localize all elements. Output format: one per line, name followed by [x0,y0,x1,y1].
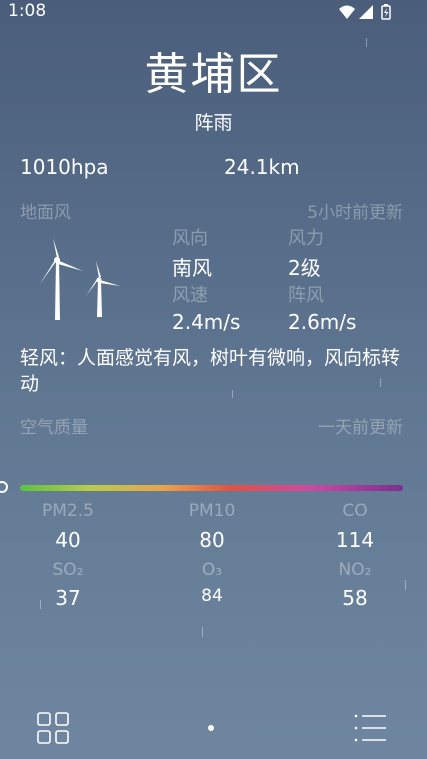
wind-force-label: 风力 [288,228,324,249]
wind-turbine-icon [40,238,120,320]
wind-speed-value: 2.4m/s [172,310,241,334]
status-bar: 1:08 [0,0,427,24]
wind-direction-value: 南风 [172,256,212,280]
page-indicator-dot [208,725,214,731]
o3-value: 84 [201,586,223,606]
status-time: 1:08 [8,1,47,21]
wind-description: 轻风：人面感觉有风，树叶有微响，风向标转动 [20,347,401,395]
signal-icon [359,5,373,19]
so2-value: 37 [55,586,81,610]
o3-label: O₃ [201,560,223,580]
wind-gust-label: 阵风 [288,285,324,306]
aqi-gradient-bar [20,485,403,491]
wifi-icon [339,5,355,19]
pm25-value: 40 [55,528,81,552]
wind-force-value: 2级 [288,256,321,280]
status-icons [339,4,391,20]
pm10-value: 80 [199,528,225,552]
wind-speed-label: 风速 [172,285,208,306]
city-name: 黄埔区 [144,49,283,100]
no2-label: NO₂ [338,560,372,580]
no2-value: 58 [342,586,368,610]
pm10-label: PM10 [188,501,236,521]
air-quality-title: 空气质量 [20,418,88,438]
aqi-indicator [0,481,8,493]
wind-updated-time: 5小时前更新 [307,203,403,223]
visibility-value: 24.1km [224,155,300,179]
grid-icon[interactable] [37,712,69,744]
air-quality-updated-time: 一天前更新 [318,418,403,438]
list-icon[interactable] [353,712,387,744]
wind-section-title: 地面风 [20,203,71,223]
wind-direction-label: 风向 [172,228,208,249]
battery-charging-icon [381,4,391,20]
pm25-label: PM2.5 [42,501,94,521]
so2-label: SO₂ [52,560,84,580]
co-label: CO [342,501,368,521]
bottom-navigation [0,695,427,759]
pressure-value: 1010hpa [20,155,109,179]
weather-condition: 阵雨 [194,112,233,134]
wind-gust-value: 2.6m/s [288,310,357,334]
co-value: 114 [335,528,375,552]
rain-streak [202,627,203,637]
